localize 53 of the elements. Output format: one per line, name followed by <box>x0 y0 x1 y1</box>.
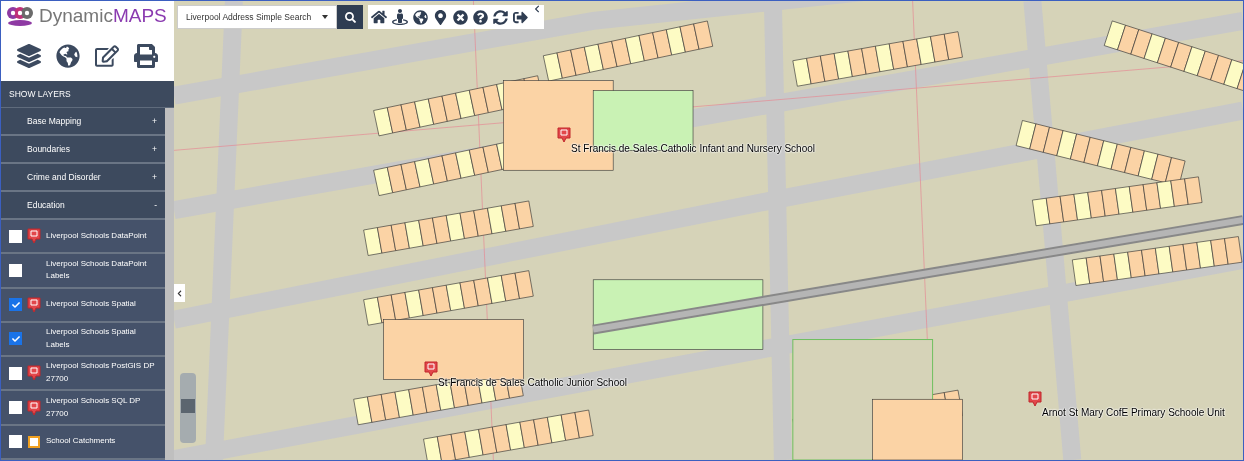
map-pins-logo-icon <box>5 5 35 27</box>
layer-checkbox[interactable] <box>9 298 22 312</box>
collapse-toolbar-button[interactable] <box>533 5 541 13</box>
check-icon <box>11 300 20 309</box>
globe-button[interactable] <box>413 9 428 25</box>
layer-checkbox[interactable] <box>9 401 22 415</box>
layer-row[interactable]: Liverpool Schools Spatial <box>1 288 165 323</box>
school-marker-icon <box>1028 391 1042 407</box>
school-map-label: St Francis de Sales Catholic Infant and Nursery School <box>571 142 815 156</box>
layer-label: Liverpool Schools DataPoint Labels <box>46 257 148 283</box>
layer-checkbox[interactable] <box>9 366 22 380</box>
sign-out-button[interactable] <box>513 9 528 25</box>
layer-checkbox[interactable] <box>9 229 22 243</box>
close-button[interactable] <box>453 9 468 25</box>
home-button[interactable] <box>371 9 387 25</box>
layer-label: Liverpool Schools Spatial <box>46 298 136 311</box>
school-marker-icon <box>27 365 41 382</box>
search-icon <box>344 11 356 23</box>
layer-checkbox[interactable] <box>9 263 22 277</box>
layer-label: Liverpool Schools PostGIS DP 27700 <box>46 360 156 386</box>
layer-row[interactable]: Liverpool Schools Spatial Labels <box>1 322 165 358</box>
layer-row[interactable]: Liverpool Schools SQL DP 27700 <box>1 391 165 426</box>
layer-label: School Catchments <box>46 435 116 448</box>
layer-label: Liverpool Schools SQL DP 27700 <box>46 394 142 420</box>
school-marker-icon <box>27 399 41 416</box>
layer-row[interactable]: Liverpool Schools DataPoint <box>1 220 165 255</box>
catchment-swatch-icon <box>28 435 40 448</box>
address-search-field[interactable]: Liverpool Address Simple Search <box>177 5 337 29</box>
zoom-slider-thumb[interactable] <box>181 399 195 413</box>
layer-label: Liverpool Schools DataPoint <box>46 229 147 242</box>
school-marker-icon <box>27 296 41 313</box>
chevron-left-icon <box>176 289 183 297</box>
layer-label: Liverpool Schools Spatial Labels <box>46 326 137 351</box>
school-marker-icon <box>557 127 571 143</box>
help-button[interactable] <box>473 9 488 25</box>
search-button[interactable] <box>337 5 363 29</box>
app-logo-text: DynamicMAPS <box>39 3 167 28</box>
school-marker-icon <box>27 228 41 245</box>
layer-row[interactable]: School Catchments <box>1 425 165 460</box>
check-icon <box>11 335 20 343</box>
collapse-sidebar-button[interactable] <box>174 284 185 302</box>
location-pin-button[interactable] <box>433 9 448 25</box>
zoom-slider-track[interactable] <box>180 373 196 443</box>
layer-row[interactable]: Liverpool Schools DataPoint Labels <box>1 254 165 289</box>
layer-checkbox[interactable] <box>9 435 22 449</box>
street-view-button[interactable] <box>392 9 408 25</box>
layer-row[interactable]: Liverpool Schools PostGIS DP 27700 <box>1 357 165 392</box>
dropdown-caret-icon <box>322 15 328 19</box>
layer-checkbox[interactable] <box>9 332 22 346</box>
school-marker-icon <box>424 361 438 377</box>
school-map-label: St Francis de Sales Catholic Junior School <box>438 376 627 390</box>
refresh-button[interactable] <box>493 9 508 25</box>
school-map-label: Arnot St Mary CofE Primary Schoole Unit <box>1042 406 1225 420</box>
